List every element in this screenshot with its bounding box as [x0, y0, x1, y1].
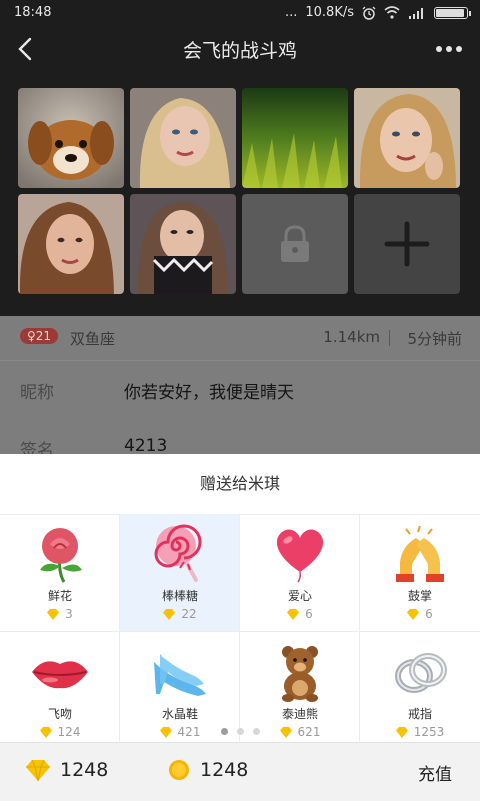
gift-price: 6 [360, 607, 480, 621]
diamond-icon [407, 608, 420, 620]
coin-icon [169, 760, 189, 780]
photo-woman-3[interactable] [18, 194, 124, 294]
age-badge: ♀21 [20, 328, 59, 344]
gift-price-value: 3 [65, 607, 73, 621]
last-active: 5分钟前 [407, 330, 462, 348]
photo-woman-2[interactable] [354, 88, 460, 188]
wifi-icon [384, 6, 400, 19]
profile-info: ♀21 双鱼座 1.14km 5分钟前 昵称 你若安好，我便是晴天 签名 421… [0, 316, 480, 461]
gift-price-value: 6 [305, 607, 313, 621]
gift-rose[interactable]: 鲜花 3 [0, 514, 120, 632]
more-dots-icon [436, 46, 462, 52]
nickname-label: 昵称 [20, 383, 54, 403]
grass-image [242, 88, 348, 188]
photo-grass[interactable] [242, 88, 348, 188]
gift-sheet-title: 赠送给米琪 [0, 454, 480, 515]
rings-icon [395, 653, 447, 693]
gift-name: 爱心 [287, 589, 312, 603]
battery-icon [434, 6, 471, 19]
wallet-bar: 1248 1248 充值 [0, 742, 480, 801]
nickname-row: 昵称 你若安好，我便是晴天 [0, 360, 480, 420]
gift-price-value: 22 [181, 607, 197, 621]
diamond-icon [287, 608, 300, 620]
profile-meta-row: ♀21 双鱼座 1.14km 5分钟前 [0, 316, 480, 361]
signature-value: 4213 [124, 436, 168, 456]
gift-price-value: 6 [425, 607, 433, 621]
gift-name: 鼓掌 [407, 589, 432, 603]
distance: 1.14km [323, 328, 380, 346]
teddy-bear-icon [282, 646, 318, 702]
puppy-image [18, 88, 124, 188]
crystal-shoe-icon [154, 654, 206, 696]
gift-heart[interactable]: 爱心 6 [240, 514, 360, 632]
page-dot[interactable] [252, 728, 260, 735]
photo-woman-1[interactable] [130, 88, 236, 188]
page-dot[interactable] [220, 728, 228, 735]
gift-price: 22 [120, 607, 240, 621]
diamond-icon [47, 608, 60, 620]
page-dot[interactable] [236, 728, 244, 735]
status-bar: 18:48 ... 10.8K/s [0, 0, 480, 26]
gift-name: 鲜花 [47, 589, 72, 603]
coin-balance: 1248 [168, 759, 248, 781]
clapping-hands-icon [396, 525, 444, 582]
lock-icon [281, 225, 309, 262]
coin-count: 1248 [200, 759, 249, 781]
page-indicator [0, 728, 480, 735]
diamond-balance: 1248 [26, 759, 108, 781]
woman-portrait-image [130, 194, 236, 294]
network-speed: 10.8K/s [305, 5, 354, 20]
gift-price: 3 [0, 607, 120, 621]
status-dots: ... [284, 5, 298, 20]
heart-balloon-icon [276, 529, 324, 583]
gift-name: 戒指 [407, 707, 432, 721]
status-time: 18:48 [14, 5, 52, 20]
plus-icon [384, 221, 430, 267]
diamond-icon [26, 759, 50, 781]
locked-photo[interactable] [242, 194, 348, 294]
gift-clap[interactable]: 鼓掌 6 [360, 514, 480, 632]
lollipop-icon [154, 524, 202, 582]
header: 会飞的战斗鸡 [0, 26, 480, 72]
gift-name: 飞吻 [47, 707, 72, 721]
gift-name: 棒棒糖 [161, 589, 198, 603]
woman-portrait-image [18, 194, 124, 294]
rose-icon [40, 528, 82, 583]
woman-portrait-image [130, 88, 236, 188]
diamond-count: 1248 [60, 759, 109, 781]
photo-puppy[interactable] [18, 88, 124, 188]
gift-name: 水晶鞋 [161, 707, 198, 721]
lips-icon [32, 661, 88, 689]
gift-name: 泰迪熊 [281, 707, 318, 721]
diamond-icon [163, 608, 176, 620]
nickname-value: 你若安好，我便是晴天 [124, 383, 294, 403]
alarm-icon [362, 6, 376, 20]
status-icons: ... 10.8K/s [284, 5, 471, 20]
recharge-button[interactable]: 充值 [418, 760, 452, 785]
signal-icon [409, 7, 423, 19]
page-title: 会飞的战斗鸡 [182, 40, 297, 62]
gift-price: 6 [240, 607, 360, 621]
photo-woman-4[interactable] [130, 194, 236, 294]
more-button[interactable] [432, 30, 466, 68]
woman-portrait-image [354, 88, 460, 188]
zodiac: 双鱼座 [70, 330, 116, 348]
gift-lollipop[interactable]: 棒棒糖 22 [120, 514, 240, 632]
add-photo-button[interactable] [354, 194, 460, 294]
meta-divider [389, 330, 390, 346]
